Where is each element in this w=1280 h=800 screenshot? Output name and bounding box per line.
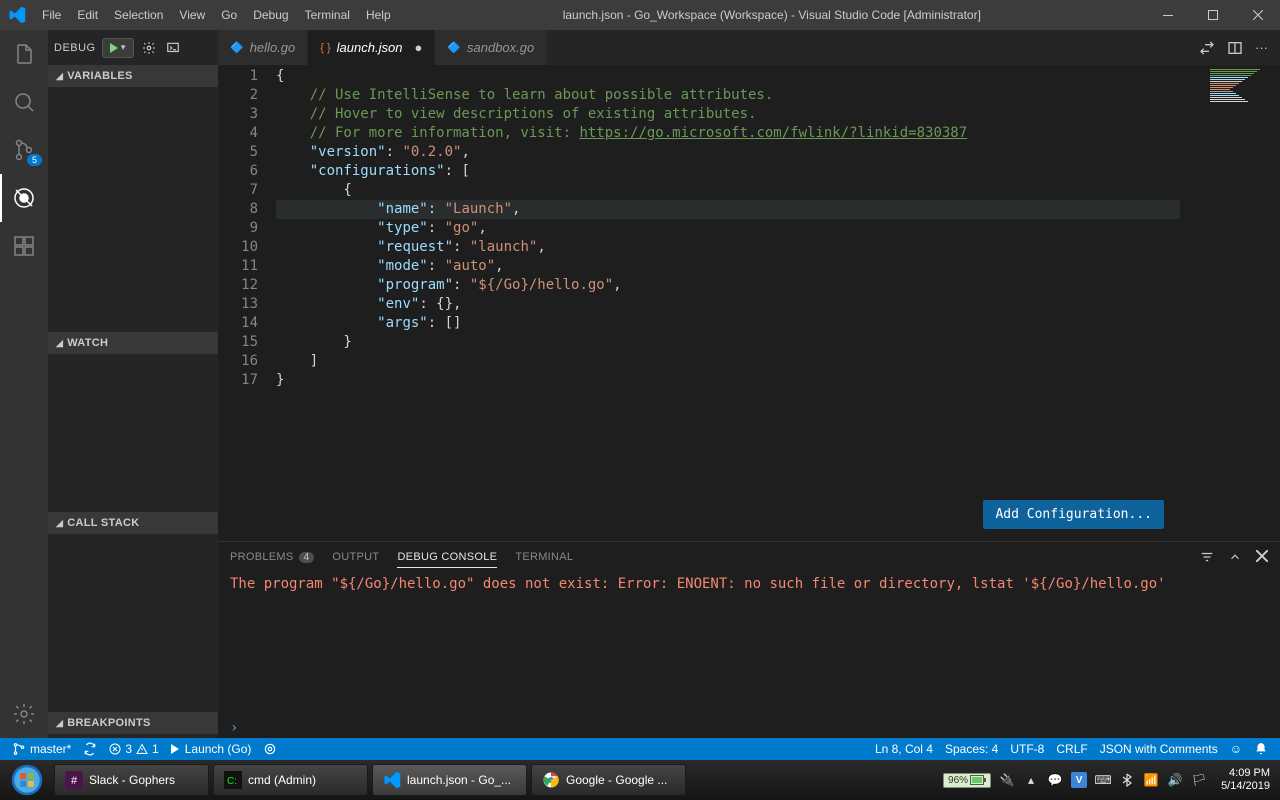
debug-icon[interactable] (0, 174, 48, 222)
encoding-status[interactable]: UTF-8 (1004, 742, 1050, 756)
debug-target-icon[interactable] (257, 742, 283, 756)
activity-bar: 5 (0, 30, 48, 738)
minimap[interactable] (1180, 65, 1280, 541)
menu-debug[interactable]: Debug (245, 0, 296, 30)
debug-console-output: The program "${/Go}/hello.go" does not e… (218, 572, 1280, 720)
compare-changes-icon[interactable] (1199, 40, 1215, 56)
section-variables[interactable]: ◢VARIABLES (48, 65, 218, 87)
panel-tab-output[interactable]: OUTPUT (332, 551, 379, 563)
panel-collapse-icon[interactable] (1228, 550, 1242, 564)
debug-toolbar: DEBUG ▾ (48, 30, 218, 65)
add-configuration-button[interactable]: Add Configuration... (983, 500, 1164, 529)
panel-tabs: PROBLEMS4 OUTPUT DEBUG CONSOLE TERMINAL (218, 542, 1280, 572)
section-watch[interactable]: ◢WATCH (48, 332, 218, 354)
debug-console-input[interactable]: › (218, 720, 1280, 738)
panel-tab-terminal[interactable]: TERMINAL (515, 551, 573, 563)
taskbar-item[interactable]: Google - Google ... (531, 764, 686, 796)
language-mode-status[interactable]: JSON with Comments (1094, 742, 1224, 756)
svg-text:C:: C: (227, 776, 237, 787)
menu-bar: FileEditSelectionViewGoDebugTerminalHelp (34, 0, 399, 30)
maximize-button[interactable] (1190, 0, 1235, 30)
search-icon[interactable] (0, 78, 48, 126)
eol-status[interactable]: CRLF (1050, 742, 1093, 756)
bluetooth-icon[interactable] (1119, 772, 1135, 788)
tray-app-icon[interactable]: V (1071, 772, 1087, 788)
start-debug-button[interactable]: ▾ (102, 38, 134, 58)
panel-close-icon[interactable] (1256, 550, 1268, 564)
notifications-icon[interactable] (1248, 742, 1274, 756)
source-control-icon[interactable]: 5 (0, 126, 48, 174)
titlebar: FileEditSelectionViewGoDebugTerminalHelp… (0, 0, 1280, 30)
flag-icon[interactable]: 🏳 (1191, 772, 1207, 788)
code-area[interactable]: { // Use IntelliSense to learn about pos… (276, 65, 1180, 541)
more-actions-icon[interactable]: ··· (1255, 40, 1268, 55)
taskbar-item[interactable]: C:cmd (Admin) (213, 764, 368, 796)
volume-icon[interactable]: 🔊 (1167, 772, 1183, 788)
menu-view[interactable]: View (171, 0, 213, 30)
power-icon[interactable]: 🔌 (999, 772, 1015, 788)
tab-hello-go[interactable]: 🔷hello.go (218, 30, 308, 65)
settings-gear-icon[interactable] (0, 690, 48, 738)
panel-filter-icon[interactable] (1200, 550, 1214, 564)
tab-sandbox-go[interactable]: 🔷sandbox.go (435, 30, 547, 65)
explorer-icon[interactable] (0, 30, 48, 78)
panel-tab-problems[interactable]: PROBLEMS4 (230, 551, 314, 563)
debug-label: DEBUG (54, 42, 96, 54)
menu-terminal[interactable]: Terminal (297, 0, 358, 30)
line-number-gutter: 1234567891011121314151617 (218, 65, 276, 541)
tray-chevron-icon[interactable]: ▴ (1023, 772, 1039, 788)
menu-selection[interactable]: Selection (106, 0, 171, 30)
window-title: launch.json - Go_Workspace (Workspace) -… (399, 8, 1145, 22)
cursor-position-status[interactable]: Ln 8, Col 4 (869, 742, 939, 756)
git-branch-status[interactable]: master* (6, 742, 77, 756)
section-breakpoints[interactable]: ◢BREAKPOINTS (48, 712, 218, 734)
status-bar: master* 3 1 Launch (Go) Ln 8, Col 4 Spac… (0, 738, 1280, 760)
close-icon[interactable]: ● (414, 40, 422, 55)
editor-group: 🔷hello.go{ }launch.json●🔷sandbox.go ··· … (218, 30, 1280, 738)
debug-console-icon[interactable] (164, 39, 182, 57)
vscode-icon (0, 6, 34, 24)
keyboard-icon[interactable]: ⌨ (1095, 772, 1111, 788)
menu-edit[interactable]: Edit (69, 0, 106, 30)
menu-file[interactable]: File (34, 0, 69, 30)
split-editor-icon[interactable] (1227, 40, 1243, 56)
menu-help[interactable]: Help (358, 0, 399, 30)
wifi-icon[interactable]: 📶 (1143, 772, 1159, 788)
close-button[interactable] (1235, 0, 1280, 30)
indentation-status[interactable]: Spaces: 4 (939, 742, 1004, 756)
svg-text:#: # (71, 775, 78, 787)
battery-indicator[interactable]: 96% (943, 773, 991, 788)
panel-tab-debug-console[interactable]: DEBUG CONSOLE (397, 551, 497, 568)
minimize-button[interactable] (1145, 0, 1190, 30)
windows-taskbar: #Slack - GophersC:cmd (Admin)launch.json… (0, 760, 1280, 800)
section-call-stack[interactable]: ◢CALL STACK (48, 512, 218, 534)
editor-tabs: 🔷hello.go{ }launch.json●🔷sandbox.go ··· (218, 30, 1280, 65)
menu-go[interactable]: Go (213, 0, 245, 30)
tab-launch-json[interactable]: { }launch.json● (308, 30, 435, 65)
debug-settings-icon[interactable] (140, 39, 158, 57)
action-center-icon[interactable]: 💬 (1047, 772, 1063, 788)
problems-status[interactable]: 3 1 (103, 742, 164, 756)
extensions-icon[interactable] (0, 222, 48, 270)
taskbar-item[interactable]: #Slack - Gophers (54, 764, 209, 796)
taskbar-item[interactable]: launch.json - Go_... (372, 764, 527, 796)
git-sync-status[interactable] (77, 742, 103, 756)
debug-sidebar: DEBUG ▾ ◢VARIABLES ◢WATCH ◢CALL STACK ◢BREA… (48, 30, 218, 738)
start-button[interactable] (4, 763, 50, 797)
debug-launch-status[interactable]: Launch (Go) (165, 742, 258, 756)
scm-badge: 5 (27, 154, 42, 166)
feedback-icon[interactable]: ☺ (1224, 742, 1248, 756)
editor[interactable]: 1234567891011121314151617 { // Use Intel… (218, 65, 1280, 541)
bottom-panel: PROBLEMS4 OUTPUT DEBUG CONSOLE TERMINAL The… (218, 541, 1280, 738)
system-clock[interactable]: 4:09 PM 5/14/2019 (1215, 767, 1276, 793)
